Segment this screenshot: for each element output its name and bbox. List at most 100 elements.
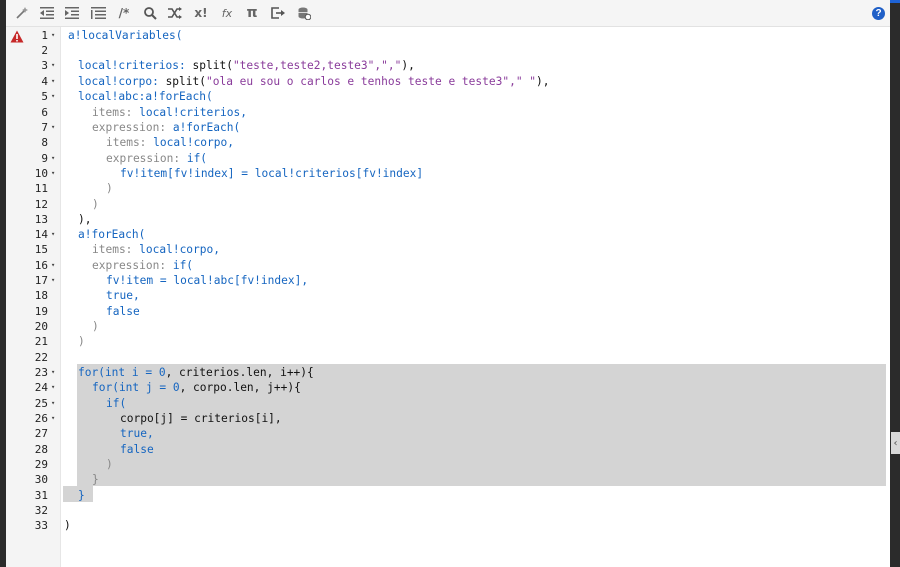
code-line-24[interactable]: for(int j = 0, corpo.len, j++){ [92, 380, 301, 395]
code-token: if( [172, 259, 194, 272]
code-line-6[interactable]: items: local!criterios, [92, 105, 247, 120]
code-token: local!corpo: [78, 75, 166, 88]
code-line-26[interactable]: corpo[j] = criterios[i], [120, 411, 282, 426]
line-number: 6 [41, 106, 48, 119]
code-token: local!criterios: [78, 59, 193, 72]
fold-toggle[interactable]: ▾ [51, 151, 59, 166]
code-line-23[interactable]: for(int i = 0, criterios.len, i++){ [78, 365, 314, 380]
code-token: expression: [92, 259, 173, 272]
code-line-15[interactable]: items: local!corpo, [92, 242, 220, 257]
code-line-30[interactable]: } [92, 472, 99, 487]
fold-toggle[interactable]: ▾ [51, 120, 59, 135]
fold-toggle[interactable]: ▾ [51, 411, 59, 426]
line-number: 22 [34, 351, 48, 364]
code-line-29[interactable]: ) [106, 457, 113, 472]
code-line-12[interactable]: ) [92, 197, 99, 212]
fold-toggle[interactable]: ▾ [51, 273, 59, 288]
format-list-icon[interactable] [88, 4, 108, 22]
code-token: corpo[j] = criterios[i], [120, 412, 282, 425]
magic-wand-icon[interactable] [12, 4, 32, 22]
code-line-17[interactable]: fv!item = local!abc[fv!index], [106, 273, 308, 288]
comment-icon[interactable]: /* [114, 4, 134, 22]
code-line-18[interactable]: true, [106, 288, 140, 303]
window-accent [890, 0, 900, 3]
fold-toggle[interactable]: ▾ [51, 58, 59, 73]
code-token: } [92, 473, 99, 486]
code-token: ) [64, 519, 71, 532]
code-line-14[interactable]: a!forEach( [78, 227, 145, 242]
line-number: 18 [34, 289, 48, 302]
indent-icon[interactable] [62, 4, 82, 22]
code-line-16[interactable]: expression: if( [92, 258, 193, 273]
line-number: 23 [34, 366, 48, 379]
fold-toggle[interactable]: ▾ [51, 89, 59, 104]
code-line-33[interactable]: ) [64, 518, 71, 533]
code-line-9[interactable]: expression: if( [106, 151, 207, 166]
code-token: local!corpo, [153, 136, 234, 149]
code-token: } [78, 489, 85, 502]
code-line-28[interactable]: false [120, 442, 154, 457]
export-icon[interactable] [268, 4, 288, 22]
line-number: 13 [34, 213, 48, 226]
collapse-panel-icon[interactable]: ‹ [891, 432, 900, 454]
code-token: ), [401, 59, 415, 72]
code-line-20[interactable]: ) [92, 319, 99, 334]
line-number: 7 [41, 121, 48, 134]
fold-toggle[interactable]: ▾ [51, 227, 59, 242]
fold-toggle[interactable]: ▾ [51, 258, 59, 273]
expression-icon[interactable]: x! [191, 4, 211, 22]
code-token: 0 [172, 381, 180, 394]
code-line-3[interactable]: local!criterios: split("teste,teste2,tes… [78, 58, 415, 73]
line-number: 24 [34, 381, 48, 394]
line-number: 2 [41, 44, 48, 57]
help-icon[interactable]: ? [872, 7, 885, 20]
database-icon[interactable] [294, 4, 314, 22]
search-icon[interactable] [140, 4, 160, 22]
line-number: 3 [41, 59, 48, 72]
fold-toggle[interactable]: ▾ [51, 28, 59, 43]
code-token: if( [186, 152, 208, 165]
code-token: ), [536, 75, 550, 88]
code-token: a!forEach( [78, 228, 146, 241]
code-line-13[interactable]: ), [78, 212, 91, 227]
editor-toolbar: /* x! fx π ? [6, 0, 890, 27]
fold-toggle[interactable]: ▾ [51, 74, 59, 89]
code-token: "teste,teste2,teste3","," [232, 59, 402, 72]
function-icon[interactable]: fx [217, 4, 237, 22]
window-edge [890, 0, 900, 567]
code-token: a!localVariables( [68, 29, 183, 42]
code-token: , corpo.len, j++){ [179, 381, 301, 394]
fold-toggle[interactable]: ▾ [51, 365, 59, 380]
code-line-1[interactable]: a!localVariables( [68, 28, 183, 43]
outdent-icon[interactable] [37, 4, 57, 22]
code-line-19[interactable]: false [106, 304, 140, 319]
fold-toggle[interactable]: ▾ [51, 380, 59, 395]
shuffle-icon[interactable] [165, 4, 185, 22]
code-line-7[interactable]: expression: a!forEach( [92, 120, 240, 135]
line-number: 14 [34, 228, 48, 241]
code-line-5[interactable]: local!abc:a!forEach( [78, 89, 213, 104]
pi-icon[interactable]: π [242, 4, 262, 22]
expression-editor[interactable]: /* x! fx π ? 1 2 3 4 5 6 7 8 9 10 11 12 … [6, 0, 890, 567]
code-token: ) [106, 458, 113, 471]
code-line-4[interactable]: local!corpo: split("ola eu sou o carlos … [78, 74, 550, 89]
fold-toggle[interactable]: ▾ [51, 396, 59, 411]
code-line-31[interactable]: } [78, 488, 85, 503]
code-token: fv!item = local!abc[fv!index], [106, 274, 309, 287]
fold-toggle[interactable]: ▾ [51, 166, 59, 181]
code-token: 0 [158, 366, 166, 379]
code-token: "ola eu sou o carlos e tenhos teste e te… [205, 75, 537, 88]
code-line-27[interactable]: true, [120, 426, 154, 441]
line-number: 26 [34, 412, 48, 425]
line-number: 29 [34, 458, 48, 471]
line-number: 25 [34, 397, 48, 410]
code-line-21[interactable]: ) [78, 334, 85, 349]
code-line-11[interactable]: ) [106, 181, 113, 196]
code-line-10[interactable]: fv!item[fv!index] = local!criterios[fv!i… [120, 166, 423, 181]
code-line-25[interactable]: if( [106, 396, 126, 411]
line-number: 33 [34, 519, 48, 532]
line-number: 30 [34, 473, 48, 486]
code-line-8[interactable]: items: local!corpo, [106, 135, 234, 150]
line-number: 27 [34, 427, 48, 440]
code-token: if( [106, 397, 127, 410]
